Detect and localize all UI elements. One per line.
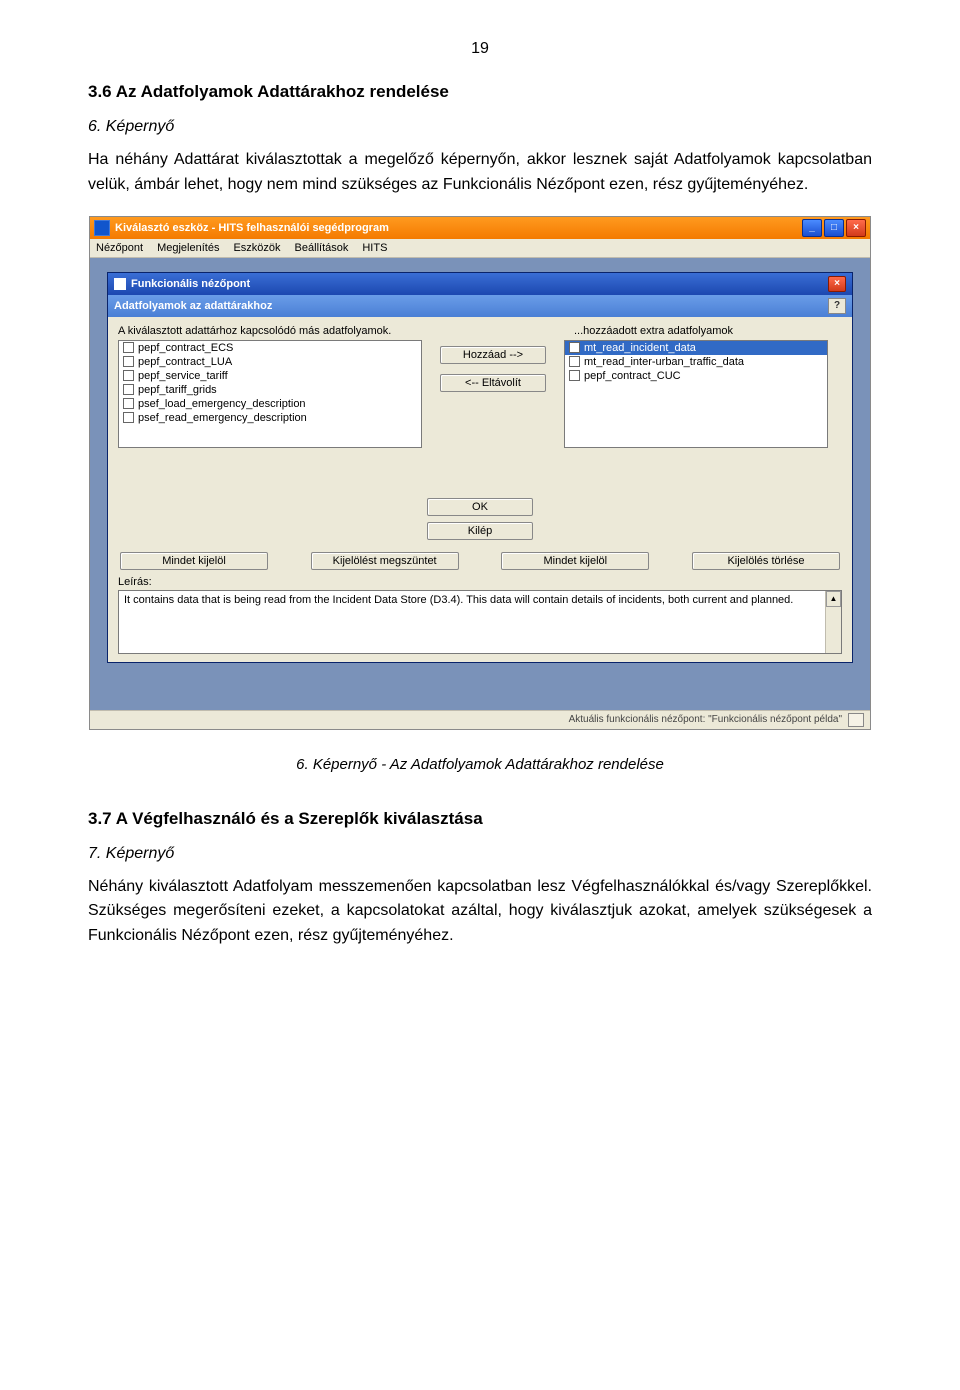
- clear-selection-button[interactable]: Kijelölés törlése: [692, 552, 840, 570]
- screenshot-window: Kiválasztó eszköz - HITS felhasználói se…: [89, 216, 871, 730]
- deselect-left-button[interactable]: Kijelölést megszüntet: [311, 552, 459, 570]
- dialog-titlebar[interactable]: Funkcionális nézőpont ×: [108, 273, 852, 295]
- description-textbox[interactable]: It contains data that is being read from…: [118, 590, 842, 654]
- checkbox-icon[interactable]: [123, 370, 134, 381]
- screen-label-7: 7. Képernyő: [88, 845, 872, 863]
- ok-button[interactable]: OK: [427, 498, 533, 516]
- dialog-icon: [114, 278, 126, 290]
- window-close-button[interactable]: ×: [846, 219, 866, 237]
- checkbox-icon[interactable]: [569, 356, 580, 367]
- left-listbox[interactable]: pepf_contract_ECS pepf_contract_LUA pepf…: [118, 340, 422, 448]
- dialog-subtitle: Adatfolyamok az adattárakhoz: [114, 300, 272, 312]
- list-item: psef_read_emergency_description: [119, 411, 421, 425]
- list-item: pepf_contract_CUC: [565, 369, 827, 383]
- status-text: Aktuális funkcionális nézőpont: "Funkcio…: [569, 714, 842, 725]
- dialog-help-button[interactable]: ?: [828, 298, 846, 314]
- statusbar: Aktuális funkcionális nézőpont: "Funkcio…: [90, 710, 870, 729]
- select-all-left-button[interactable]: Mindet kijelöl: [120, 552, 268, 570]
- window-maximize-button[interactable]: □: [824, 219, 844, 237]
- checkbox-icon[interactable]: [123, 412, 134, 423]
- add-button[interactable]: Hozzáad -->: [440, 346, 546, 364]
- checkbox-icon[interactable]: [123, 384, 134, 395]
- page-number: 19: [88, 40, 872, 58]
- checkbox-icon[interactable]: [123, 342, 134, 353]
- window-minimize-button[interactable]: _: [802, 219, 822, 237]
- app-icon: [94, 220, 110, 236]
- section-heading-3-6: 3.6 Az Adatfolyamok Adattárakhoz rendelé…: [88, 82, 872, 102]
- checkbox-icon[interactable]: [569, 370, 580, 381]
- list-item: mt_read_incident_data: [565, 341, 827, 355]
- window-titlebar[interactable]: Kiválasztó eszköz - HITS felhasználói se…: [90, 217, 870, 239]
- list-item: pepf_service_tariff: [119, 369, 421, 383]
- status-icon: [848, 713, 864, 727]
- left-list-label: A kiválasztott adattárhoz kapcsolódó más…: [118, 325, 574, 337]
- transfer-buttons: Hozzáad --> <-- Eltávolít: [428, 340, 558, 448]
- dialog-content: A kiválasztott adattárhoz kapcsolódó más…: [108, 317, 852, 662]
- checkbox-icon[interactable]: [123, 356, 134, 367]
- paragraph-3-7: Néhány kiválasztott Adatfolyam messzemen…: [88, 875, 872, 949]
- menu-megjelenites[interactable]: Megjelenítés: [157, 242, 219, 254]
- screen-label-6: 6. Képernyő: [88, 118, 872, 136]
- list-item: mt_read_inter-urban_traffic_data: [565, 355, 827, 369]
- kilep-button[interactable]: Kilép: [427, 522, 533, 540]
- description-text: It contains data that is being read from…: [124, 594, 793, 606]
- checkbox-icon[interactable]: [569, 342, 580, 353]
- window-title: Kiválasztó eszköz - HITS felhasználói se…: [115, 222, 389, 234]
- select-all-right-button[interactable]: Mindet kijelöl: [501, 552, 649, 570]
- menu-eszkozok[interactable]: Eszközök: [233, 242, 280, 254]
- menu-hits[interactable]: HITS: [362, 242, 387, 254]
- checkbox-icon[interactable]: [123, 398, 134, 409]
- right-listbox[interactable]: mt_read_incident_data mt_read_inter-urba…: [564, 340, 828, 448]
- description-label: Leírás:: [118, 576, 842, 588]
- scrollbar[interactable]: ▲: [825, 591, 841, 653]
- dialog-window: Funkcionális nézőpont × Adatfolyamok az …: [107, 272, 853, 663]
- list-item: pepf_contract_ECS: [119, 341, 421, 355]
- dialog-subtitle-bar: Adatfolyamok az adattárakhoz ?: [108, 295, 852, 317]
- list-item: psef_load_emergency_description: [119, 397, 421, 411]
- figure-caption: 6. Képernyő - Az Adatfolyamok Adattárakh…: [88, 756, 872, 773]
- menu-beallitasok[interactable]: Beállítások: [295, 242, 349, 254]
- dialog-title: Funkcionális nézőpont: [131, 278, 250, 290]
- list-item: pepf_contract_LUA: [119, 355, 421, 369]
- menu-nezopont[interactable]: Nézőpont: [96, 242, 143, 254]
- list-item: pepf_tariff_grids: [119, 383, 421, 397]
- paragraph-3-6: Ha néhány Adattárat kiválasztottak a meg…: [88, 148, 872, 198]
- section-heading-3-7: 3.7 A Végfelhasználó és a Szereplők kivá…: [88, 809, 872, 829]
- scroll-up-icon[interactable]: ▲: [826, 591, 841, 607]
- menubar: Nézőpont Megjelenítés Eszközök Beállítás…: [90, 239, 870, 258]
- app-client-area: Funkcionális nézőpont × Adatfolyamok az …: [90, 258, 870, 710]
- remove-button[interactable]: <-- Eltávolít: [440, 374, 546, 392]
- right-list-label: ...hozzáadott extra adatfolyamok: [574, 325, 842, 337]
- dialog-close-button[interactable]: ×: [828, 276, 846, 292]
